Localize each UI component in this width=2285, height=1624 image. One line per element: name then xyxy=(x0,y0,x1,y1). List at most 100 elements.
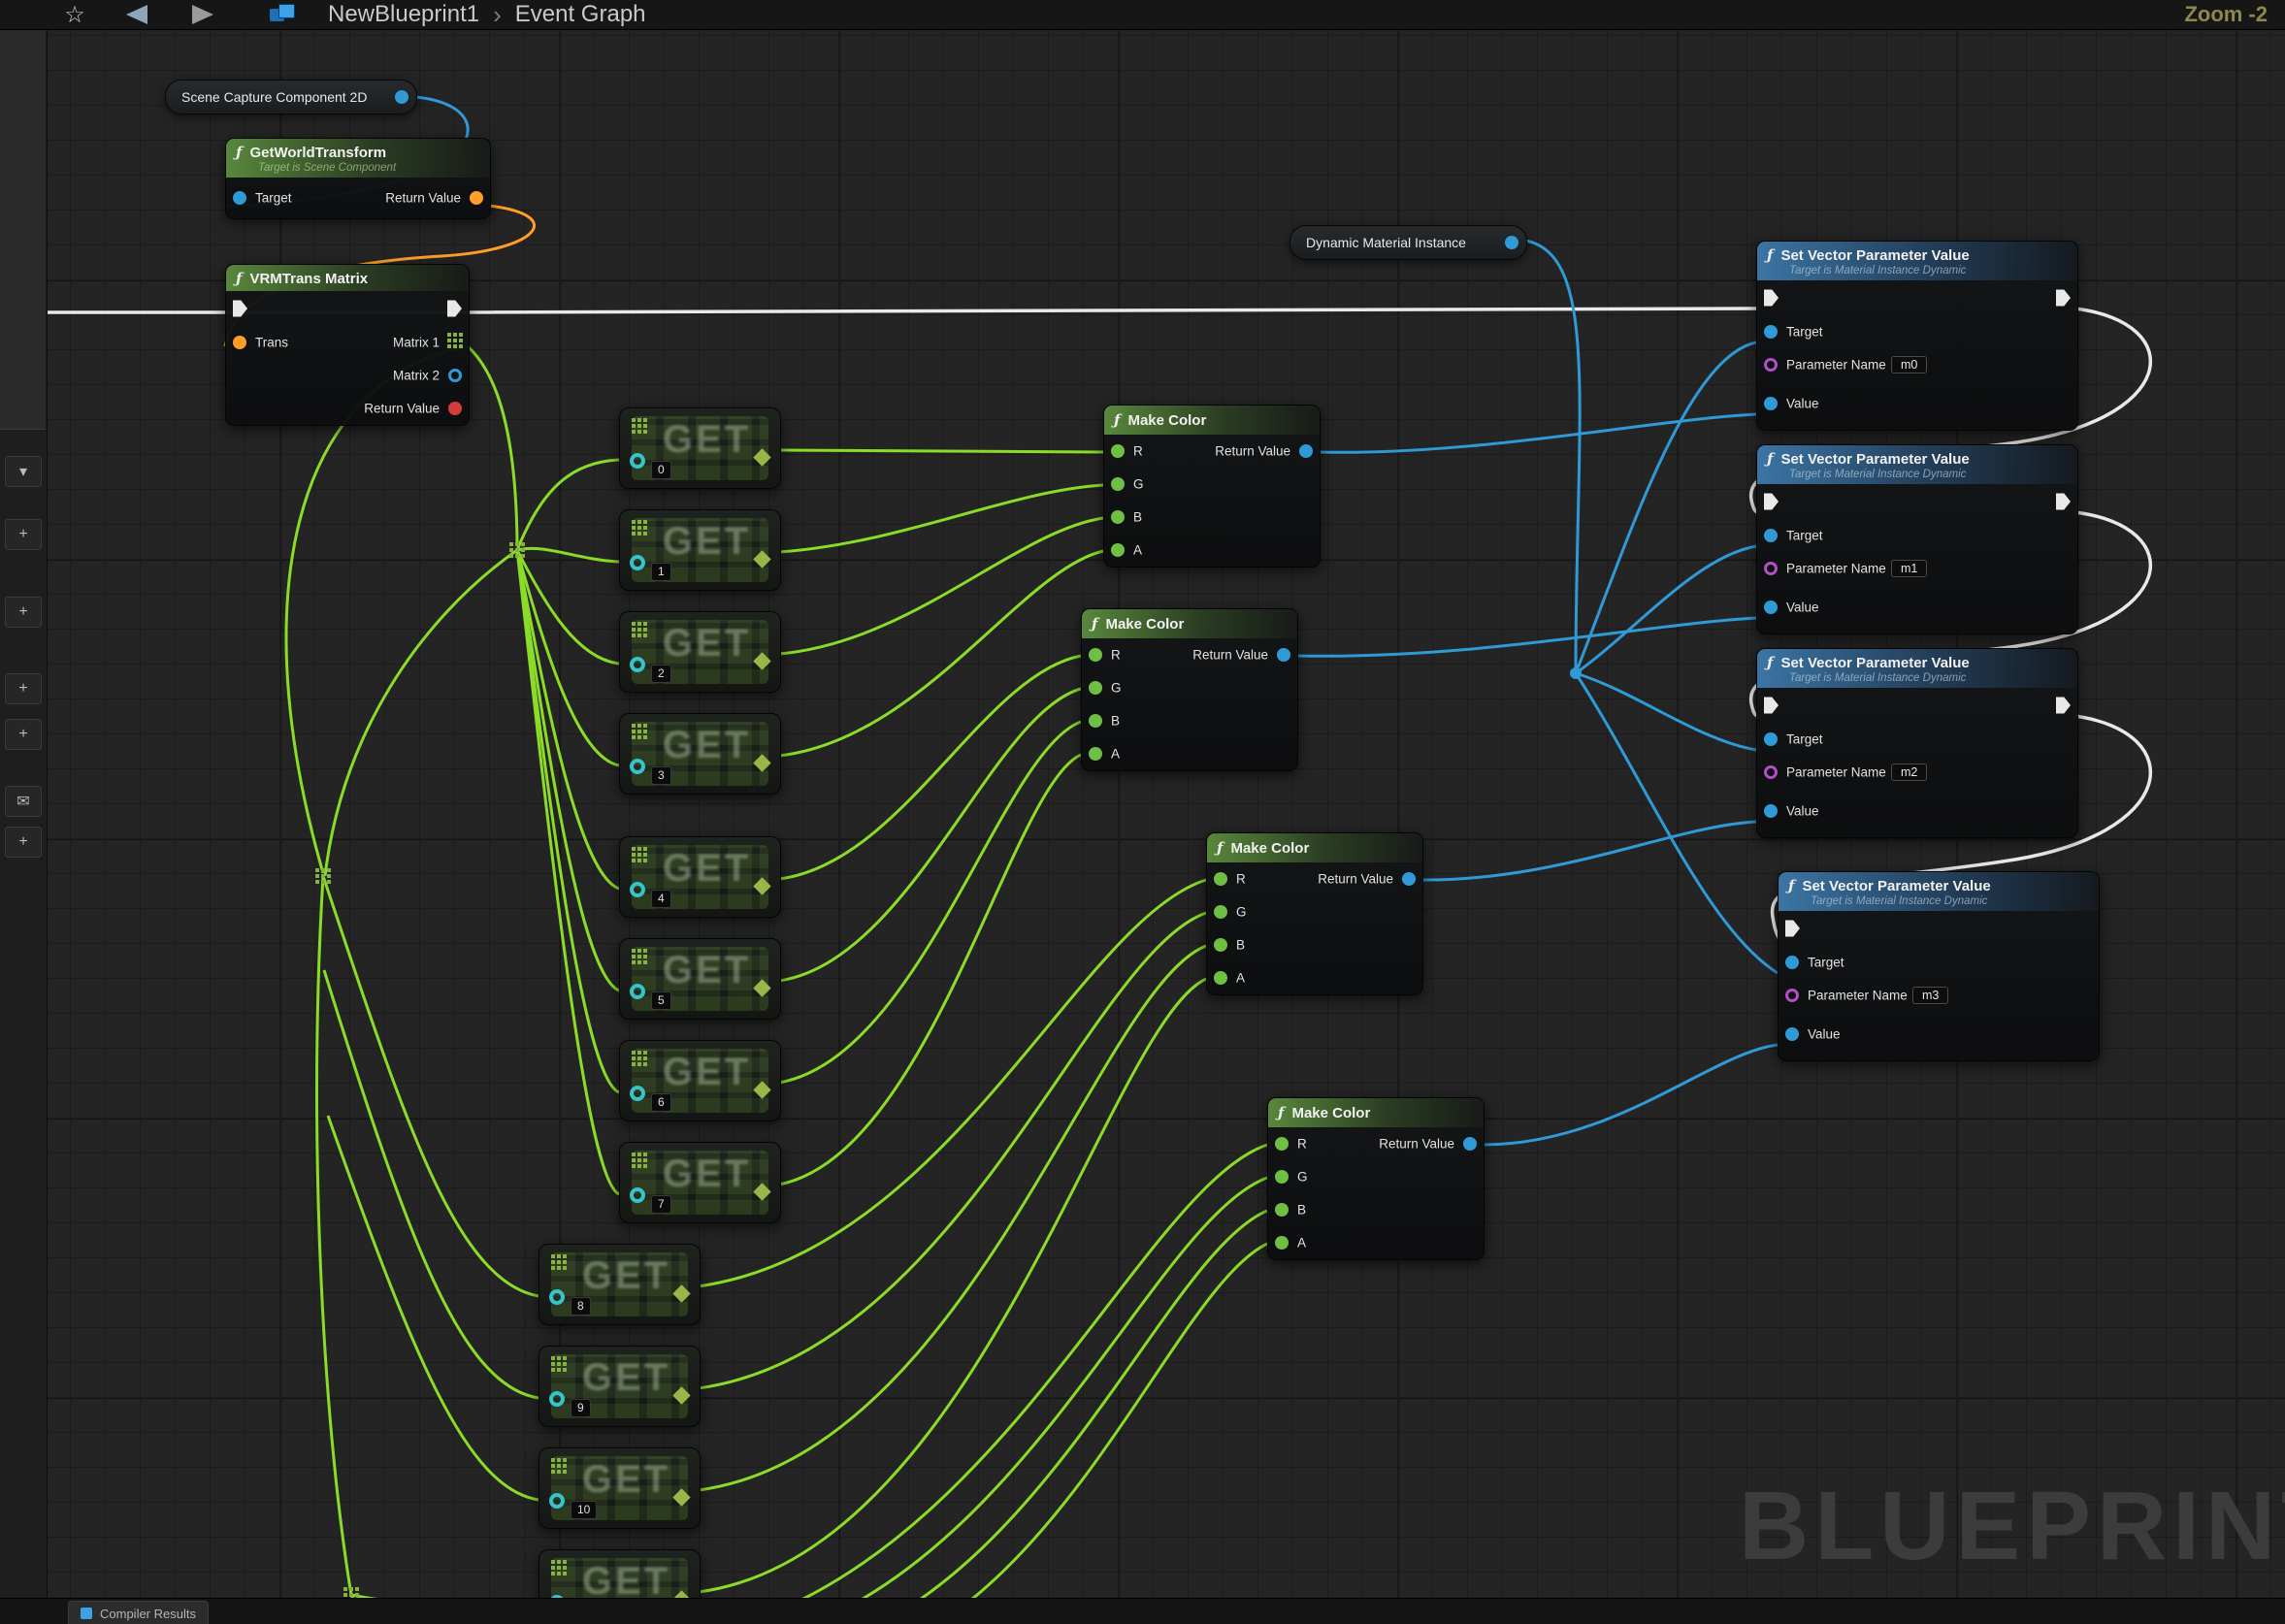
target-input-pin[interactable] xyxy=(1785,956,1799,969)
pin-a[interactable] xyxy=(1214,971,1227,985)
pin-b[interactable] xyxy=(1111,510,1125,524)
pin-r[interactable] xyxy=(1214,872,1227,886)
parameter-name-pin[interactable] xyxy=(1764,358,1778,372)
node-make-color-3[interactable]: ƒ Make Color R Return Value G B A xyxy=(1206,832,1423,995)
node-vrmtrans-matrix[interactable]: ƒ VRMTrans Matrix Trans Matrix 1 Matrix … xyxy=(225,264,470,426)
parameter-name-pin[interactable] xyxy=(1764,765,1778,779)
exec-output-pin[interactable] xyxy=(2056,698,2071,714)
pin-b[interactable] xyxy=(1275,1203,1289,1217)
array-input-pin[interactable] xyxy=(630,759,645,774)
array-input-pin[interactable] xyxy=(630,555,645,570)
node-get-array[interactable]: GET 3 xyxy=(619,713,781,795)
exec-input-pin[interactable] xyxy=(1764,290,1779,307)
pin-r[interactable] xyxy=(1111,444,1125,458)
exec-output-pin[interactable] xyxy=(2056,290,2071,307)
blueprint-icon-button[interactable] xyxy=(268,2,301,27)
node-scene-capture-variable[interactable]: Scene Capture Component 2D xyxy=(165,80,417,114)
reroute-node[interactable] xyxy=(1570,667,1582,679)
param-name-input[interactable]: m2 xyxy=(1891,763,1927,781)
node-dynamic-material-variable[interactable]: Dynamic Material Instance xyxy=(1289,225,1527,260)
array-input-pin[interactable] xyxy=(630,657,645,672)
node-get-array[interactable]: GET 4 xyxy=(619,836,781,918)
matrix1-output-pin[interactable] xyxy=(447,333,451,337)
node-set-vector-parameter-4[interactable]: ƒ Set Vector Parameter Value Target is M… xyxy=(1778,871,2100,1061)
array-input-pin[interactable] xyxy=(630,1086,645,1101)
back-button[interactable] xyxy=(120,2,153,27)
expand-panel-button[interactable]: ▾ xyxy=(5,456,42,487)
exec-output-pin[interactable] xyxy=(2056,494,2071,510)
node-get-array[interactable]: GET 10 xyxy=(539,1447,701,1529)
value-input-pin[interactable] xyxy=(1764,804,1778,818)
add-button[interactable]: + xyxy=(5,719,42,750)
pin-b[interactable] xyxy=(1089,714,1102,728)
node-get-array[interactable]: GET 9 xyxy=(539,1346,701,1427)
return-output-pin[interactable] xyxy=(448,402,462,415)
return-output-pin[interactable] xyxy=(1402,872,1416,886)
pin-g[interactable] xyxy=(1275,1170,1289,1184)
array-input-pin[interactable] xyxy=(549,1493,565,1509)
reroute-node[interactable] xyxy=(509,542,513,546)
pin-a[interactable] xyxy=(1111,543,1125,557)
breadcrumb-graph[interactable]: Event Graph xyxy=(515,1,646,28)
exec-output-pin[interactable] xyxy=(447,301,462,317)
pin-b[interactable] xyxy=(1214,938,1227,952)
node-get-array[interactable]: GET 7 xyxy=(619,1142,781,1223)
pin-a[interactable] xyxy=(1275,1236,1289,1250)
value-input-pin[interactable] xyxy=(1764,601,1778,614)
favorite-button[interactable]: ☆ xyxy=(58,2,91,27)
reroute-node[interactable] xyxy=(315,868,319,872)
target-input-pin[interactable] xyxy=(1764,325,1778,339)
event-graph-canvas[interactable]: BLUEPRINT xyxy=(0,0,2285,1624)
exec-input-pin[interactable] xyxy=(1764,494,1779,510)
pin-r[interactable] xyxy=(1089,648,1102,662)
array-input-pin[interactable] xyxy=(630,984,645,999)
object-output-pin[interactable] xyxy=(395,90,408,104)
value-input-pin[interactable] xyxy=(1764,397,1778,410)
array-input-pin[interactable] xyxy=(549,1391,565,1407)
target-input-pin[interactable] xyxy=(233,191,246,205)
value-input-pin[interactable] xyxy=(1785,1027,1799,1041)
forward-button[interactable] xyxy=(186,2,219,27)
return-output-pin[interactable] xyxy=(470,191,483,205)
target-input-pin[interactable] xyxy=(1764,732,1778,746)
param-name-input[interactable]: m0 xyxy=(1891,356,1927,374)
node-make-color-4[interactable]: ƒ Make Color R Return Value G B A xyxy=(1267,1097,1485,1260)
array-input-pin[interactable] xyxy=(549,1289,565,1305)
add-button[interactable]: + xyxy=(5,827,42,858)
node-get-array[interactable]: GET 5 xyxy=(619,938,781,1020)
return-output-pin[interactable] xyxy=(1463,1137,1477,1151)
add-button[interactable]: + xyxy=(5,519,42,550)
node-make-color-2[interactable]: ƒ Make Color R Return Value G B A xyxy=(1081,608,1298,771)
array-input-pin[interactable] xyxy=(630,1187,645,1203)
exec-input-pin[interactable] xyxy=(1785,921,1800,937)
target-input-pin[interactable] xyxy=(1764,529,1778,542)
node-get-array[interactable]: GET 1 xyxy=(619,509,781,591)
matrix2-output-pin[interactable] xyxy=(448,369,462,382)
object-output-pin[interactable] xyxy=(1505,236,1518,249)
node-set-vector-parameter-1[interactable]: ƒ Set Vector Parameter Value Target is M… xyxy=(1756,241,2078,431)
node-get-world-transform[interactable]: ƒ GetWorldTransform Target is Scene Comp… xyxy=(225,138,491,219)
tab-compiler-results[interactable]: Compiler Results xyxy=(68,1601,209,1624)
node-get-array[interactable]: GET 8 xyxy=(539,1244,701,1325)
node-get-array[interactable]: GET 6 xyxy=(619,1040,781,1121)
pin-g[interactable] xyxy=(1089,681,1102,695)
parameter-name-pin[interactable] xyxy=(1785,989,1799,1002)
message-button[interactable]: ✉ xyxy=(5,786,42,817)
param-name-input[interactable]: m1 xyxy=(1891,560,1927,577)
param-name-input[interactable]: m3 xyxy=(1912,987,1948,1004)
node-make-color-1[interactable]: ƒ Make Color R Return Value G B A xyxy=(1103,405,1321,568)
node-get-array[interactable]: GET 0 xyxy=(619,407,781,489)
add-button[interactable]: + xyxy=(5,597,42,628)
trans-input-pin[interactable] xyxy=(233,336,246,349)
array-input-pin[interactable] xyxy=(630,882,645,897)
return-output-pin[interactable] xyxy=(1277,648,1290,662)
node-set-vector-parameter-2[interactable]: ƒ Set Vector Parameter Value Target is M… xyxy=(1756,444,2078,634)
array-input-pin[interactable] xyxy=(630,453,645,469)
add-button[interactable]: + xyxy=(5,673,42,704)
pin-a[interactable] xyxy=(1089,747,1102,761)
exec-input-pin[interactable] xyxy=(233,301,247,317)
exec-input-pin[interactable] xyxy=(1764,698,1779,714)
node-set-vector-parameter-3[interactable]: ƒ Set Vector Parameter Value Target is M… xyxy=(1756,648,2078,838)
return-output-pin[interactable] xyxy=(1299,444,1313,458)
breadcrumb-blueprint[interactable]: NewBlueprint1 xyxy=(328,1,479,28)
